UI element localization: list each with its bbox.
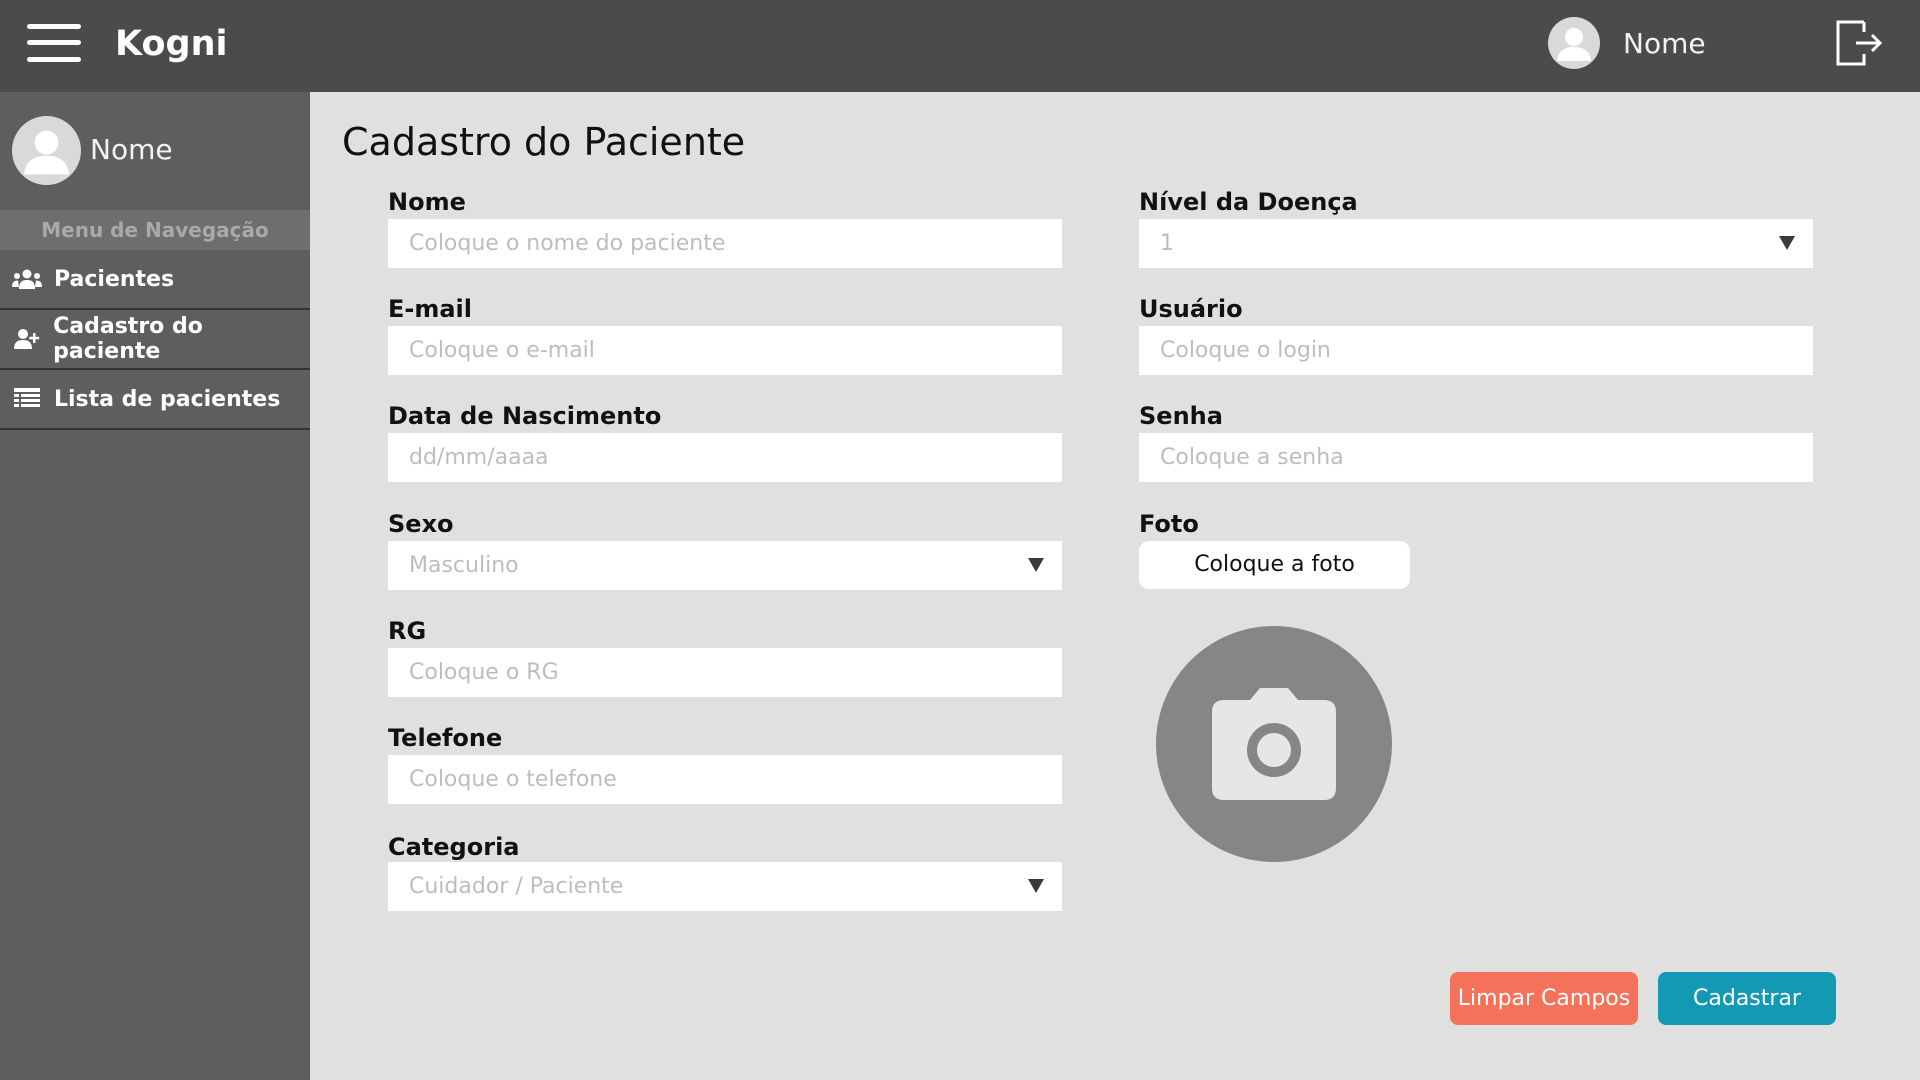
nome-label: Nome xyxy=(388,188,466,216)
sidebar-profile: Nome xyxy=(0,92,310,208)
sidebar-item-lista[interactable]: Lista de pacientes xyxy=(0,370,310,430)
sidebar-item-label: Pacientes xyxy=(54,266,175,292)
sidebar: Nome Menu de Navegação Pacientes Cadastr… xyxy=(0,92,310,1080)
submit-button[interactable]: Cadastrar xyxy=(1658,972,1836,1025)
app-brand: Kogni xyxy=(115,24,228,64)
foto-label: Foto xyxy=(1139,510,1199,538)
sexo-select[interactable]: Masculino xyxy=(388,541,1062,590)
chevron-down-icon xyxy=(1028,558,1044,572)
nivel-label: Nível da Doença xyxy=(1139,188,1358,216)
nivel-value: 1 xyxy=(1160,231,1174,256)
birthdate-input[interactable] xyxy=(388,433,1062,482)
menu-toggle-icon[interactable] xyxy=(27,24,81,62)
rg-label: RG xyxy=(388,617,427,645)
birthdate-label: Data de Nascimento xyxy=(388,402,662,430)
users-icon xyxy=(12,267,42,291)
header-user-name: Nome xyxy=(1623,27,1706,60)
clear-fields-button[interactable]: Limpar Campos xyxy=(1450,972,1638,1025)
avatar xyxy=(12,116,81,185)
sidebar-user-name: Nome xyxy=(90,133,173,166)
categoria-label: Categoria xyxy=(388,833,520,861)
chevron-down-icon xyxy=(1779,236,1795,250)
photo-placeholder xyxy=(1156,626,1392,862)
nav-menu: Pacientes Cadastro do paciente Lista de … xyxy=(0,250,310,430)
logout-icon[interactable] xyxy=(1834,18,1884,68)
telefone-input[interactable] xyxy=(388,755,1062,804)
chevron-down-icon xyxy=(1028,879,1044,893)
categoria-value: Cuidador / Paciente xyxy=(409,874,624,899)
avatar[interactable] xyxy=(1548,17,1600,69)
email-label: E-mail xyxy=(388,295,473,323)
telefone-label: Telefone xyxy=(388,724,503,752)
senha-input[interactable] xyxy=(1139,433,1813,482)
top-bar: Kogni Nome xyxy=(0,0,1920,92)
page-title: Cadastro do Paciente xyxy=(342,120,746,164)
sexo-value: Masculino xyxy=(409,553,519,578)
camera-icon xyxy=(1212,688,1336,800)
upload-photo-button[interactable]: Coloque a foto xyxy=(1139,541,1410,589)
nivel-select[interactable]: 1 xyxy=(1139,219,1813,268)
rg-input[interactable] xyxy=(388,648,1062,697)
user-plus-icon xyxy=(12,327,41,351)
nome-input[interactable] xyxy=(388,219,1062,268)
usuario-label: Usuário xyxy=(1139,295,1243,323)
sidebar-item-cadastro[interactable]: Cadastro do paciente xyxy=(0,310,310,370)
email-input[interactable] xyxy=(388,326,1062,375)
sidebar-item-pacientes[interactable]: Pacientes xyxy=(0,250,310,310)
sexo-label: Sexo xyxy=(388,510,454,538)
sidebar-item-label: Lista de pacientes xyxy=(54,386,281,412)
usuario-input[interactable] xyxy=(1139,326,1813,375)
sidebar-item-label: Cadastro do paciente xyxy=(53,314,203,364)
list-icon xyxy=(12,387,42,411)
senha-label: Senha xyxy=(1139,402,1223,430)
menu-title: Menu de Navegação xyxy=(0,210,310,250)
categoria-select[interactable]: Cuidador / Paciente xyxy=(388,862,1062,911)
